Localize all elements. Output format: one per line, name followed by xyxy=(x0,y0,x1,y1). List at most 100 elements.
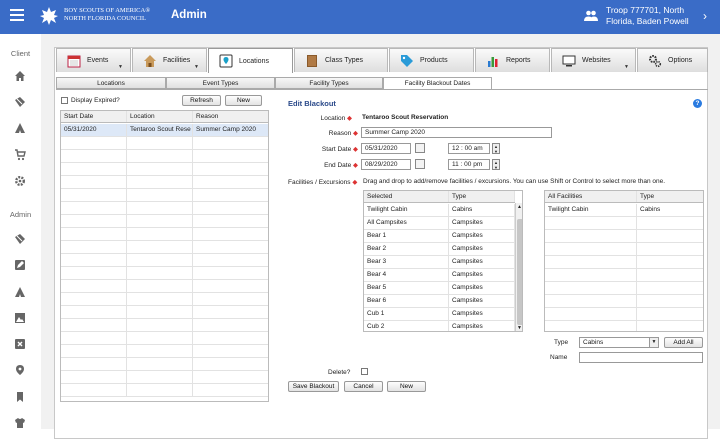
table-row[interactable]: Bear 5 Campsites xyxy=(364,282,515,295)
tickets-icon[interactable] xyxy=(13,232,27,246)
edit-icon[interactable] xyxy=(13,258,27,272)
table-row[interactable]: Bear 3 Campsites xyxy=(364,256,515,269)
shirt-icon[interactable] xyxy=(13,416,27,430)
empty-cell xyxy=(61,189,127,201)
new-button[interactable]: New xyxy=(387,381,426,392)
display-expired-checkbox[interactable] xyxy=(61,97,68,104)
table-row[interactable]: Cub 1 Campsites xyxy=(364,308,515,321)
chevron-down-icon[interactable]: ▼ xyxy=(194,64,199,70)
end-time-input[interactable]: 11 : 00 pm xyxy=(448,159,490,170)
empty-cell xyxy=(127,358,193,370)
tab-reports[interactable]: Reports xyxy=(475,48,550,72)
empty-row xyxy=(545,308,703,321)
start-time-spinner[interactable]: ▲ ▼ xyxy=(492,143,500,154)
cart-icon[interactable] xyxy=(13,148,27,162)
table-row[interactable]: Bear 4 Campsites xyxy=(364,269,515,282)
col-location[interactable]: Location xyxy=(127,111,193,122)
campsite-icon[interactable] xyxy=(13,285,27,299)
start-time-input[interactable]: 12 : 00 am xyxy=(448,143,490,154)
calendar-icon[interactable] xyxy=(415,159,425,169)
tab-events-label: Events xyxy=(87,57,109,64)
col-reason[interactable]: Reason xyxy=(193,111,268,122)
col-all-facilities[interactable]: All Facilities xyxy=(545,191,637,202)
empty-cell xyxy=(127,384,193,396)
cell-facility: All Campsites xyxy=(364,217,449,229)
new-list-button[interactable]: New xyxy=(225,95,262,106)
campsite-icon[interactable] xyxy=(13,121,27,135)
table-row[interactable]: All Campsites Campsites xyxy=(364,217,515,230)
troop-selector[interactable]: Troop 777701, North Florida, Baden Powel… xyxy=(606,5,689,27)
refresh-button[interactable]: Refresh xyxy=(182,95,221,106)
menu-icon[interactable] xyxy=(10,9,24,23)
gear-icon[interactable] xyxy=(13,174,27,188)
location-pin-icon[interactable] xyxy=(13,363,27,377)
image-icon[interactable] xyxy=(13,311,27,325)
empty-cell xyxy=(127,163,193,175)
selected-scrollbar[interactable]: ▲ ▼ xyxy=(515,203,522,331)
bookmark-icon[interactable] xyxy=(13,390,27,404)
top-bar: BOY SCOUTS OF AMERICA® NORTH FLORIDA COU… xyxy=(0,0,720,34)
bar-chart-icon xyxy=(488,56,498,67)
col-type[interactable]: Type xyxy=(449,191,515,202)
cell-type: Campsites xyxy=(449,243,515,255)
home-icon[interactable] xyxy=(13,69,27,83)
table-row[interactable]: Bear 1 Campsites xyxy=(364,230,515,243)
add-all-button[interactable]: Add All xyxy=(664,337,703,348)
table-row[interactable]: Bear 2 Campsites xyxy=(364,243,515,256)
chevron-down-icon[interactable]: ▼ xyxy=(649,338,658,347)
delete-checkbox[interactable] xyxy=(361,368,368,375)
empty-cell xyxy=(545,256,637,268)
col-type[interactable]: Type xyxy=(637,191,703,202)
scrollbar-thumb[interactable] xyxy=(517,219,522,325)
col-selected[interactable]: Selected xyxy=(364,191,449,202)
save-blackout-button[interactable]: Save Blackout xyxy=(288,381,339,392)
subtab-event-types[interactable]: Event Types xyxy=(166,77,275,89)
empty-cell xyxy=(127,293,193,305)
end-date-input[interactable]: 08/29/2020 xyxy=(361,159,411,170)
close-box-icon[interactable] xyxy=(13,337,27,351)
empty-cell xyxy=(127,176,193,188)
subtab-facility-blackout-dates[interactable]: Facility Blackout Dates xyxy=(383,77,492,89)
selected-facilities-grid: Selected Type Twilight Cabin Cabins All Ca… xyxy=(363,190,523,332)
subtab-locations[interactable]: Locations xyxy=(56,77,166,89)
type-select[interactable]: Cabins ▼ xyxy=(579,337,659,348)
tickets-icon[interactable] xyxy=(13,95,27,109)
scroll-up-icon[interactable]: ▲ xyxy=(517,204,522,210)
scroll-down-icon[interactable]: ▼ xyxy=(517,325,522,331)
house-icon xyxy=(144,54,156,67)
tab-options[interactable]: Options xyxy=(637,48,708,72)
cell-type: Campsites xyxy=(449,256,515,268)
cell-facility: Cub 1 xyxy=(364,308,449,320)
tab-class-types[interactable]: Class Types xyxy=(294,48,388,72)
chevron-down-icon[interactable]: ▼ xyxy=(118,64,123,70)
cancel-button[interactable]: Cancel xyxy=(344,381,383,392)
table-row[interactable]: Twilight Cabin Cabins xyxy=(545,204,703,217)
table-row[interactable]: 05/31/2020 Tentaroo Scout Rese Summer Ca… xyxy=(61,124,268,137)
subtab-facility-types[interactable]: Facility Types xyxy=(275,77,383,89)
table-row[interactable]: Cub 2 Campsites xyxy=(364,321,515,331)
help-icon[interactable]: ? xyxy=(693,99,702,108)
cell-location: Tentaroo Scout Rese xyxy=(127,124,193,136)
sidebar-client-heading: Client xyxy=(10,49,31,58)
empty-row xyxy=(61,202,268,215)
chevron-down-icon[interactable]: ▼ xyxy=(624,64,629,70)
troop-line-2: Florida, Baden Powell xyxy=(606,16,689,26)
col-start-date[interactable]: Start Date xyxy=(61,111,127,122)
chevron-right-icon[interactable]: › xyxy=(703,9,707,23)
tab-websites[interactable]: Websites ▼ xyxy=(551,48,636,72)
empty-row xyxy=(61,371,268,384)
table-row[interactable]: Bear 6 Campsites xyxy=(364,295,515,308)
required-marker: ◆ xyxy=(347,115,352,122)
table-row[interactable]: Twilight Cabin Cabins xyxy=(364,204,515,217)
calendar-icon[interactable] xyxy=(415,143,425,153)
tab-facilities[interactable]: Facilities ▼ xyxy=(132,48,207,72)
tab-events[interactable]: Events ▼ xyxy=(56,48,131,72)
tab-locations[interactable]: Locations xyxy=(208,48,293,73)
reason-input[interactable]: Summer Camp 2020 xyxy=(361,127,552,138)
tab-products[interactable]: Products xyxy=(389,48,474,72)
name-input[interactable] xyxy=(579,352,703,363)
empty-row xyxy=(61,241,268,254)
end-time-spinner[interactable]: ▲ ▼ xyxy=(492,159,500,170)
empty-cell xyxy=(61,176,127,188)
start-date-input[interactable]: 05/31/2020 xyxy=(361,143,411,154)
